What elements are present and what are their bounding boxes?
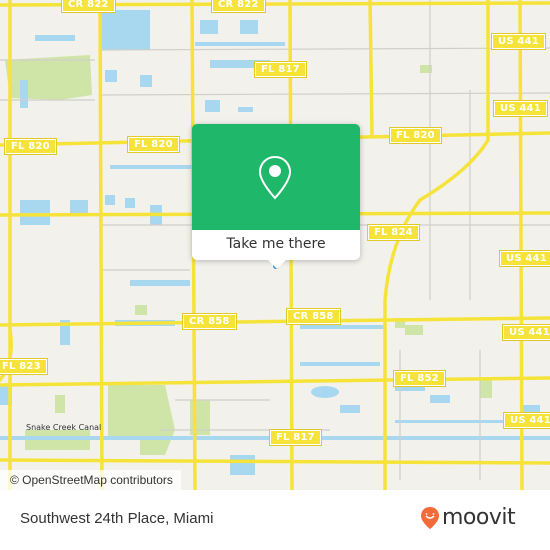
road-label: US 441 <box>502 324 550 341</box>
road-label: FL 852 <box>393 370 446 387</box>
road-label: FL 820 <box>4 138 57 155</box>
moovit-logo[interactable]: moovit <box>420 505 516 530</box>
road-label: US 441 <box>493 100 548 117</box>
road-label: CR 822 <box>61 0 116 13</box>
canal-label: Snake Creek Canal <box>26 423 102 432</box>
address-label: Southwest 24th Place, Miami <box>20 510 214 527</box>
moovit-pin-icon <box>421 506 439 529</box>
brand-name: moovit <box>442 505 516 530</box>
road-label: CR 858 <box>182 313 237 330</box>
road-label: FL 823 <box>0 358 48 375</box>
road-label: US 441 <box>491 33 546 50</box>
map-pin-icon <box>258 155 292 200</box>
road-label: CR 822 <box>211 0 266 13</box>
popup-header[interactable] <box>192 124 360 230</box>
road-label: US 441 <box>499 250 550 267</box>
road-label: FL 817 <box>254 61 307 78</box>
map-view[interactable]: CR 822 CR 822 FL 817 US 441 FL 820 FL 82… <box>0 0 550 490</box>
take-me-there-popup[interactable]: Take me there <box>192 124 360 269</box>
road-label: FL 824 <box>367 224 420 241</box>
take-me-there-button[interactable]: Take me there <box>192 230 360 260</box>
road-label: CR 858 <box>286 308 341 325</box>
attribution[interactable]: © OpenStreetMap contributors <box>0 470 181 490</box>
road-label: FL 820 <box>127 136 180 153</box>
popup-tail <box>268 260 286 269</box>
road-label: FL 820 <box>389 127 442 144</box>
road-label: FL 817 <box>269 429 322 446</box>
road-label: US 441 <box>503 412 550 429</box>
